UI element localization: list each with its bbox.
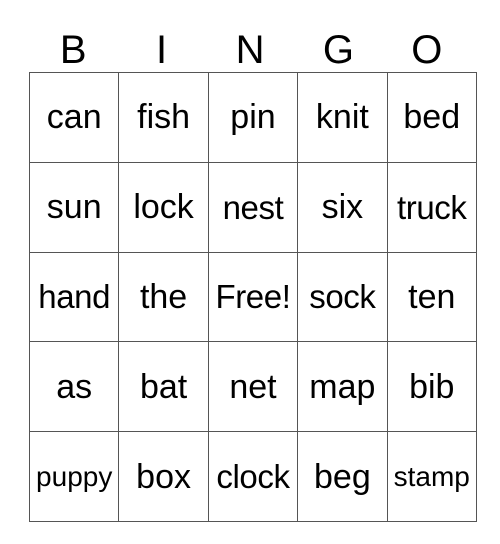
- bingo-cell-label: net: [229, 367, 277, 406]
- table-row: sun lock nest six truck: [29, 162, 477, 253]
- bingo-cell-label: fish: [137, 98, 191, 137]
- bingo-cell[interactable]: knit: [297, 72, 388, 163]
- bingo-cell-label: puppy: [36, 460, 113, 492]
- bingo-cell[interactable]: can: [29, 72, 120, 163]
- bingo-cell-label: nest: [222, 188, 284, 226]
- bingo-cell[interactable]: sock: [297, 252, 388, 343]
- bingo-cell-label: clock: [216, 458, 290, 496]
- bingo-cell-label: knit: [315, 98, 369, 137]
- bingo-cell[interactable]: six: [297, 162, 388, 253]
- bingo-cell[interactable]: lock: [118, 162, 209, 253]
- bingo-cell-label: the: [139, 277, 188, 316]
- bingo-cell-label: as: [56, 367, 93, 406]
- bingo-cell-label: ten: [408, 277, 456, 316]
- bingo-cell[interactable]: bat: [118, 341, 209, 433]
- bingo-cell[interactable]: clock: [208, 431, 299, 522]
- table-row: hand the Free! sock ten: [29, 252, 477, 343]
- bingo-cell[interactable]: beg: [297, 431, 388, 522]
- bingo-cell[interactable]: box: [118, 431, 209, 522]
- bingo-cell-label: can: [46, 98, 102, 137]
- bingo-cell[interactable]: nest: [208, 162, 299, 253]
- bingo-cell[interactable]: map: [297, 341, 388, 433]
- bingo-cell-label: six: [321, 188, 364, 227]
- bingo-cell-free[interactable]: Free!: [208, 252, 299, 343]
- bingo-cell-label: bed: [403, 98, 461, 137]
- header-letter-i: I: [156, 28, 168, 72]
- bingo-cell[interactable]: pin: [208, 72, 299, 163]
- table-row: puppy box clock beg stamp: [29, 431, 477, 522]
- bingo-cell-label: truck: [397, 188, 467, 226]
- bingo-cell[interactable]: truck: [387, 162, 477, 253]
- header-letter-g: G: [322, 28, 354, 72]
- bingo-cell[interactable]: puppy: [29, 431, 120, 522]
- bingo-cell[interactable]: stamp: [387, 431, 477, 522]
- bingo-cell-label: pin: [230, 98, 276, 137]
- bingo-cell-label: stamp: [393, 460, 470, 492]
- free-space-label: Free!: [215, 278, 291, 316]
- bingo-cell-label: beg: [314, 457, 371, 496]
- bingo-cell[interactable]: fish: [118, 72, 209, 163]
- header-letter-b: B: [59, 28, 87, 72]
- bingo-cell[interactable]: the: [118, 252, 209, 343]
- bingo-cell[interactable]: net: [208, 341, 299, 433]
- bingo-cell-label: bat: [139, 367, 188, 406]
- table-row: as bat net map bib: [29, 341, 477, 433]
- bingo-cell-label: bib: [409, 367, 455, 406]
- bingo-cell[interactable]: hand: [29, 252, 120, 343]
- header-letter-n: N: [235, 28, 265, 72]
- bingo-cell-label: map: [309, 367, 376, 406]
- table-row: can fish pin knit bed: [29, 72, 477, 163]
- bingo-cell[interactable]: as: [29, 341, 120, 433]
- header-letter-o: O: [411, 28, 443, 72]
- bingo-cell-label: sun: [46, 188, 102, 227]
- bingo-cell[interactable]: ten: [387, 252, 477, 343]
- bingo-grid: can fish pin knit bed sun lock nest six …: [29, 72, 477, 522]
- bingo-cell-label: box: [136, 457, 191, 496]
- bingo-cell-label: lock: [133, 188, 194, 227]
- bingo-cell[interactable]: bib: [387, 341, 477, 433]
- bingo-cell-label: hand: [38, 278, 111, 316]
- bingo-cell[interactable]: sun: [29, 162, 120, 253]
- bingo-cell-label: sock: [309, 278, 376, 316]
- bingo-card: B I N G O can fish pin knit bed sun lock…: [29, 18, 477, 522]
- bingo-header-row: B I N G O: [29, 18, 471, 72]
- bingo-cell[interactable]: bed: [387, 72, 477, 163]
